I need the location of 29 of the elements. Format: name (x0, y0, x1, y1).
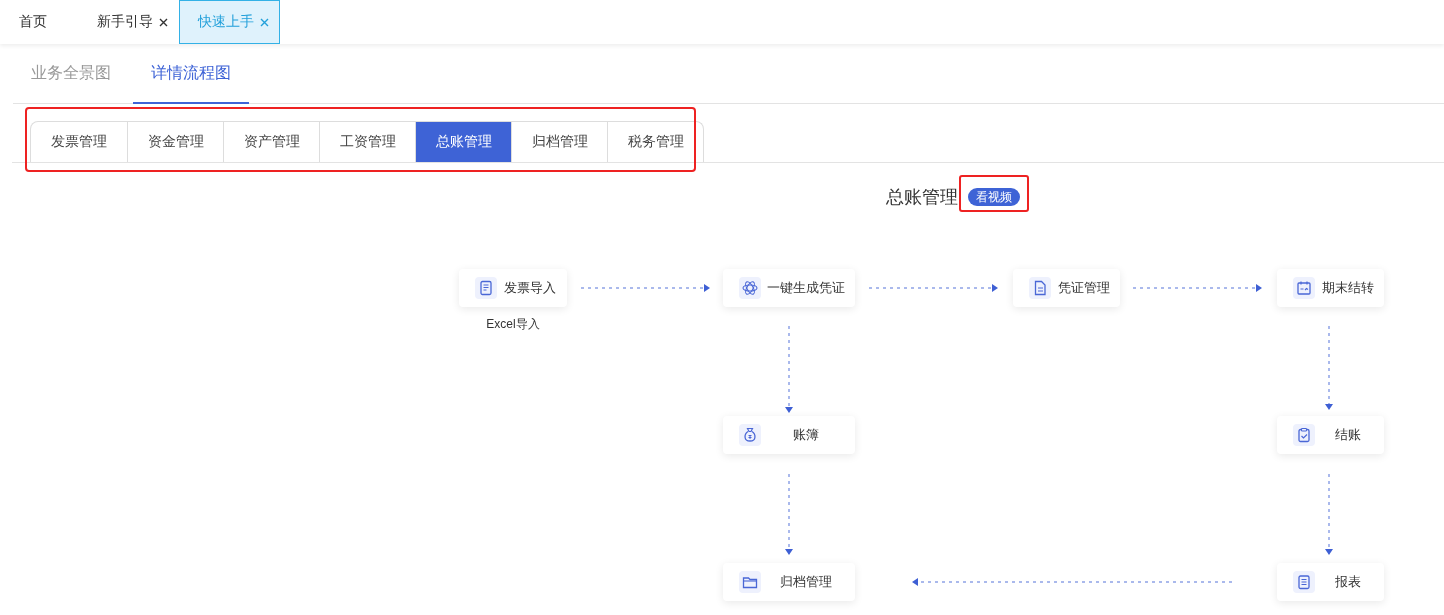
money-bag-icon (739, 424, 761, 446)
calendar-icon (1293, 277, 1315, 299)
flow-step[interactable]: 结账 (1277, 416, 1384, 454)
list-icon (1293, 571, 1315, 593)
close-icon[interactable] (159, 17, 168, 27)
module-tab[interactable]: 发票管理 (31, 122, 127, 162)
module-tab[interactable]: 资产管理 (223, 122, 319, 162)
module-tab[interactable]: 归档管理 (511, 122, 607, 162)
flow-title: 总账管理 (886, 186, 958, 209)
flow-step[interactable]: 凭证管理 (1013, 269, 1120, 307)
flow-step[interactable]: 发票导入 (459, 269, 567, 307)
module-tab[interactable]: 总账管理 (415, 122, 511, 162)
page-tab[interactable]: 首页 (0, 0, 78, 44)
module-tab[interactable]: 资金管理 (127, 122, 223, 162)
document-icon (475, 277, 497, 299)
page-tab[interactable]: 新手引导 (78, 0, 179, 44)
clipboard-icon (1293, 424, 1315, 446)
module-tab[interactable]: 税务管理 (607, 122, 703, 162)
watch-video-button[interactable]: 看视频 (968, 188, 1020, 206)
flow-step[interactable]: 归档管理 (723, 563, 855, 601)
file-icon (1029, 277, 1051, 299)
atom-icon (739, 277, 761, 299)
folder-icon (739, 571, 761, 593)
flow-step[interactable]: 报表 (1277, 563, 1384, 601)
flow-step[interactable]: 期末结转 (1277, 269, 1384, 307)
flow-step[interactable]: 账簿 (723, 416, 855, 454)
view-tab[interactable]: 详情流程图 (133, 44, 249, 104)
step-note: Excel导入 (486, 316, 540, 333)
flow-step[interactable]: 一键生成凭证 (723, 269, 855, 307)
